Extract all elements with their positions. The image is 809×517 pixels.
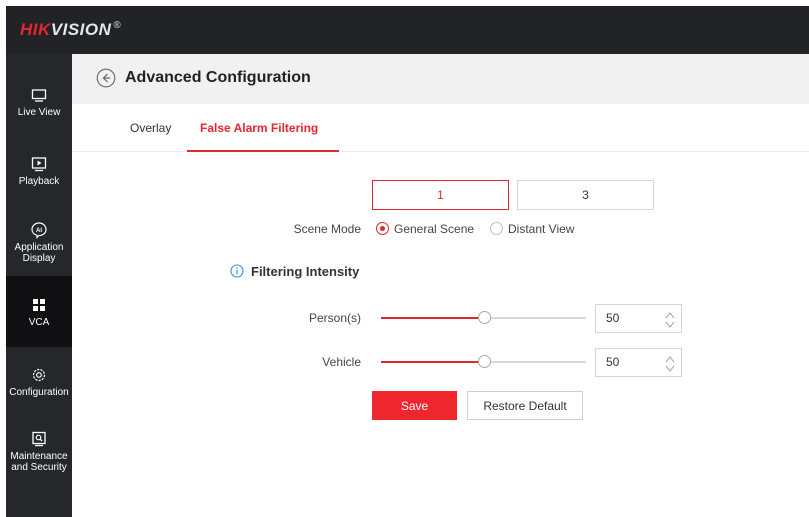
- save-button[interactable]: Save: [372, 391, 457, 420]
- ai-icon: AI: [31, 222, 47, 239]
- sidebar-item-playback[interactable]: Playback: [6, 155, 72, 187]
- slider-fill: [381, 361, 484, 363]
- channel-button-3[interactable]: 3: [517, 180, 654, 210]
- monitor-icon: [31, 89, 47, 102]
- chevron-up-icon[interactable]: [664, 310, 676, 320]
- sidebar-item-label: Playback: [18, 176, 60, 187]
- slider-fill: [381, 317, 484, 319]
- sidebar-item-label-line1: Maintenance: [10, 451, 68, 462]
- sidebar-item-label-line2: Display: [22, 253, 56, 264]
- vehicle-value-input[interactable]: [606, 355, 656, 369]
- maintenance-icon: [32, 431, 46, 447]
- person-value-stepper[interactable]: [595, 304, 682, 333]
- radio-label: General Scene: [394, 222, 475, 236]
- vehicle-value-stepper[interactable]: [595, 348, 682, 377]
- vehicle-label: Vehicle: [322, 355, 361, 369]
- info-icon: [230, 264, 244, 278]
- active-tab-indicator: [187, 150, 339, 152]
- restore-default-button[interactable]: Restore Default: [467, 391, 583, 420]
- sidebar-item-label: VCA: [28, 317, 50, 328]
- grid-icon: [33, 299, 45, 311]
- svg-text:AI: AI: [36, 228, 42, 234]
- sidebar-item-application-display[interactable]: AI Application Display: [6, 221, 72, 264]
- tab-bar: Overlay False Alarm Filtering: [72, 104, 809, 152]
- vehicle-slider[interactable]: [381, 355, 586, 369]
- person-slider[interactable]: [381, 311, 586, 325]
- sidebar: Live View Playback AI Application Displa…: [6, 54, 72, 517]
- back-arrow-icon[interactable]: [96, 68, 116, 88]
- radio-circle: [490, 222, 503, 235]
- sidebar-item-configuration[interactable]: Configuration: [6, 366, 72, 398]
- sidebar-item-live-view[interactable]: Live View: [6, 86, 72, 118]
- sidebar-item-label: Live View: [17, 107, 61, 118]
- chevron-up-icon[interactable]: [664, 354, 676, 364]
- chevron-down-icon[interactable]: [664, 364, 676, 374]
- slider-thumb[interactable]: [477, 311, 491, 324]
- sidebar-item-vca[interactable]: VCA: [6, 276, 72, 347]
- playback-icon: [31, 157, 47, 172]
- page-header: Advanced Configuration: [72, 54, 809, 104]
- gear-icon: [32, 368, 46, 382]
- tab-false-alarm-filtering[interactable]: False Alarm Filtering: [200, 121, 318, 135]
- chevron-down-icon[interactable]: [664, 320, 676, 330]
- brand-logo: HIKVISION ®: [20, 20, 122, 39]
- tab-overlay[interactable]: Overlay: [130, 121, 171, 135]
- filtering-intensity-title: Filtering Intensity: [251, 264, 360, 279]
- scene-mode-label: Scene Mode: [293, 222, 361, 236]
- slider-thumb[interactable]: [477, 355, 491, 368]
- channel-button-1[interactable]: 1: [372, 180, 509, 210]
- sidebar-item-label-line2: and Security: [11, 462, 67, 473]
- sidebar-item-label: Configuration: [9, 387, 69, 398]
- radio-label: Distant View: [508, 222, 575, 236]
- sidebar-item-maintenance[interactable]: Maintenance and Security: [6, 430, 72, 473]
- top-bar: HIKVISION ®: [6, 6, 809, 54]
- radio-circle: [376, 222, 389, 235]
- person-label: Person(s): [308, 311, 361, 325]
- sidebar-item-label-line1: Application: [14, 242, 64, 253]
- person-value-input[interactable]: [606, 311, 656, 325]
- page-title: Advanced Configuration: [125, 69, 311, 86]
